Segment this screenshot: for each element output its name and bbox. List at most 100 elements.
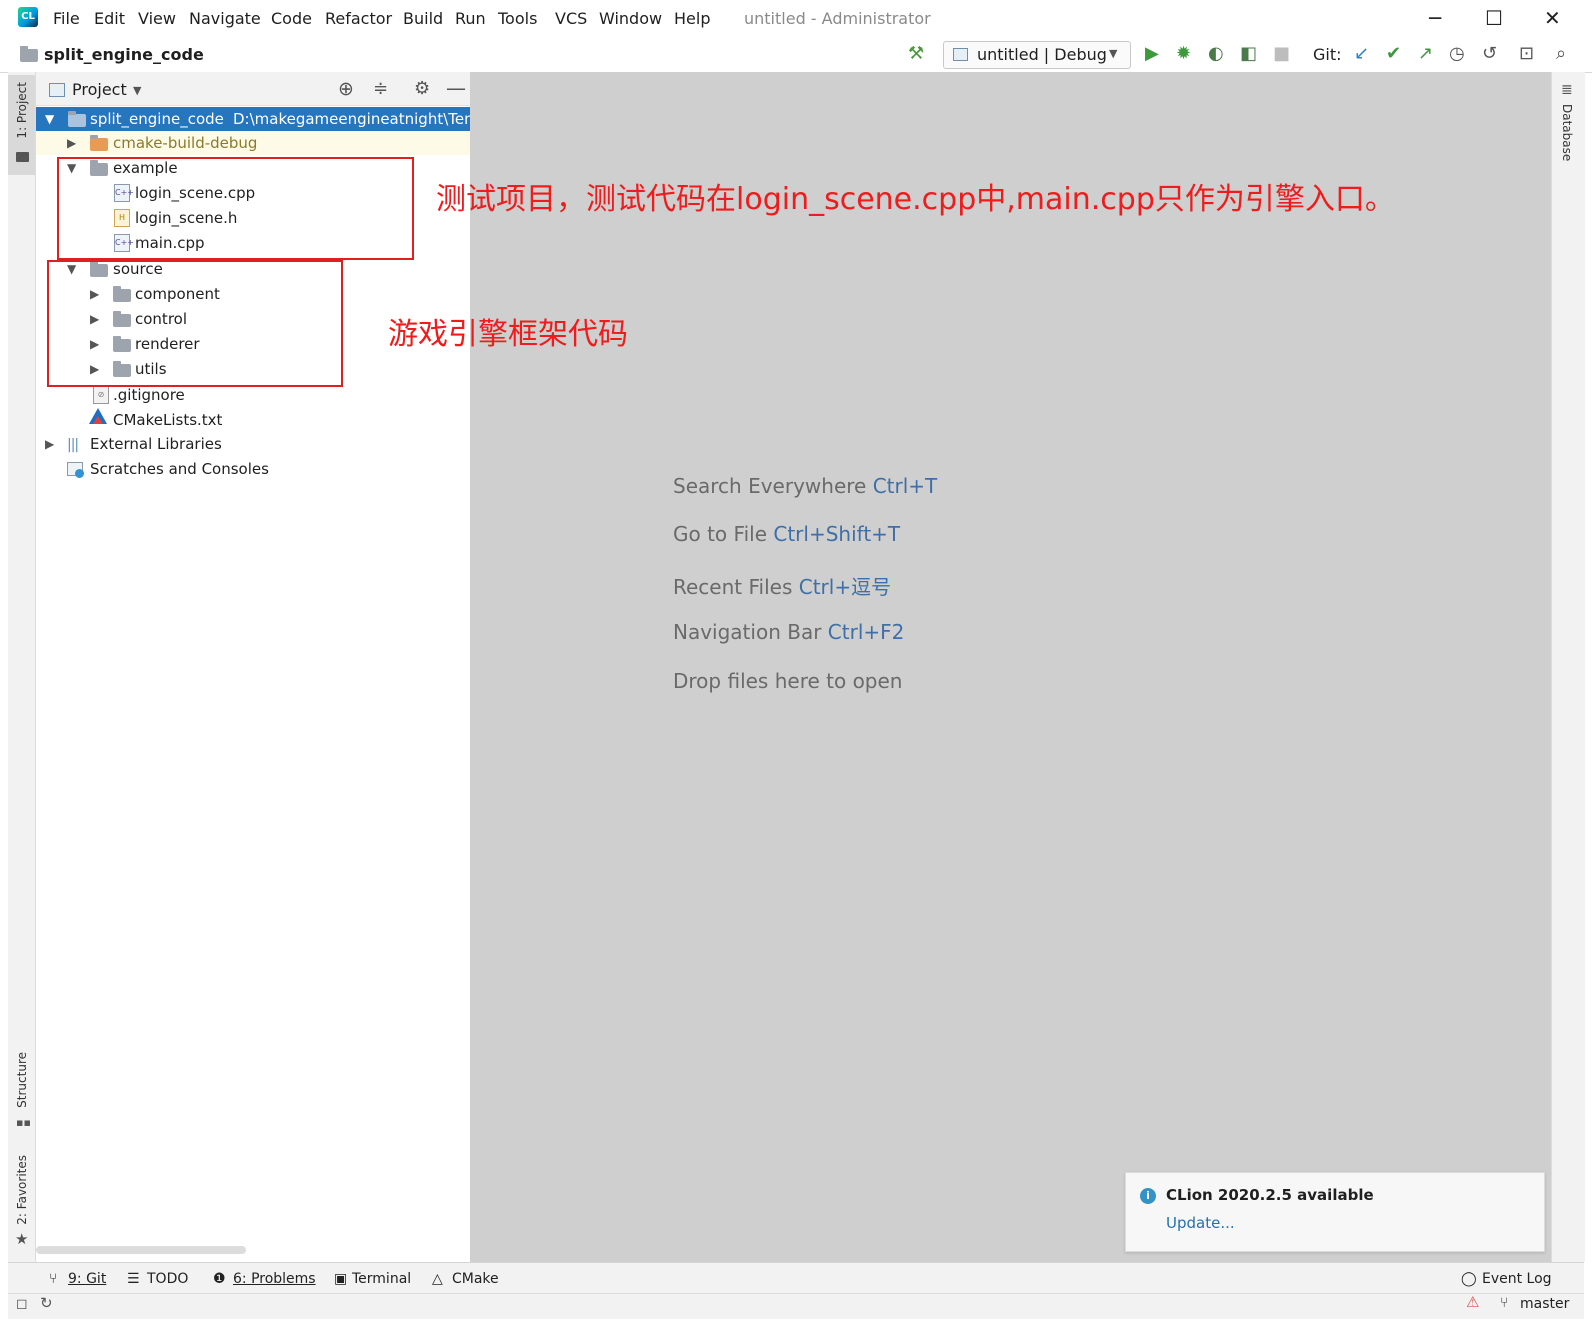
chevron-down-icon[interactable]: ▼	[45, 112, 54, 126]
minimize-button[interactable]: ─	[1429, 6, 1441, 30]
refresh-icon[interactable]: ↻	[40, 1294, 53, 1312]
menu-edit[interactable]: Edit	[94, 9, 125, 28]
project-view-selector[interactable]: Project	[72, 80, 127, 99]
tree-item-external-libraries[interactable]: External Libraries	[90, 432, 222, 456]
database-tab[interactable]: Database	[1560, 104, 1574, 161]
menu-tools[interactable]: Tools	[498, 9, 537, 28]
folder-icon	[16, 152, 29, 162]
clion-logo[interactable]: CL	[18, 7, 38, 27]
menu-help[interactable]: Help	[674, 9, 710, 28]
info-icon: i	[1140, 1188, 1156, 1204]
menu-view[interactable]: View	[138, 9, 176, 28]
hint-shortcut: Ctrl+逗号	[798, 575, 892, 599]
search-icon[interactable]: ⌕	[1556, 44, 1566, 64]
hint-navigation-bar: Navigation Bar Ctrl+F2	[673, 620, 904, 644]
update-link[interactable]: Update...	[1166, 1214, 1235, 1232]
folder-icon	[20, 46, 38, 62]
git-push-icon[interactable]: ↗	[1418, 44, 1433, 64]
git-branch-widget[interactable]: master	[1520, 1296, 1569, 1312]
tree-item-cmakelists[interactable]: CMakeLists.txt	[113, 408, 222, 432]
project-tab-label: 1: Project	[15, 82, 29, 139]
git-update-icon[interactable]: ↙	[1354, 44, 1369, 64]
tree-item-scratches[interactable]: Scratches and Consoles	[90, 457, 269, 481]
branch-icon: ⑂	[1500, 1295, 1509, 1311]
example-annotation: 测试项目，测试代码在login_scene.cpp中,main.cpp只作为引擎…	[436, 182, 1395, 217]
notification-title: CLion 2020.2.5 available	[1166, 1186, 1374, 1204]
star-icon: ★	[15, 1230, 29, 1248]
status-bar	[8, 1293, 1584, 1319]
chevron-right-icon[interactable]: ▶	[67, 136, 76, 150]
right-tool-stripe	[1551, 72, 1585, 1262]
debug-icon[interactable]: ✹	[1176, 44, 1191, 64]
tool-tab-terminal[interactable]: Terminal	[352, 1271, 411, 1287]
hint-label: Search Everywhere	[673, 474, 867, 498]
run-config-select[interactable]: untitled | Debug ▼	[943, 41, 1131, 69]
run-icon[interactable]: ▶	[1145, 44, 1159, 64]
rollback-icon[interactable]: ↺	[1482, 44, 1497, 64]
stop-icon[interactable]: ■	[1273, 44, 1290, 64]
hint-shortcut: Ctrl+F2	[827, 620, 905, 644]
editor-empty-area[interactable]	[470, 72, 1551, 1262]
coverage-icon[interactable]: ◐	[1208, 44, 1224, 64]
clock-badge-icon	[75, 469, 84, 478]
run-config-icon	[953, 48, 968, 61]
chevron-down-icon: ▼	[1109, 47, 1118, 60]
tool-tab-problems[interactable]: 6: Problems	[233, 1271, 316, 1287]
cmake-icon-accent	[93, 416, 103, 424]
git-commit-icon[interactable]: ✔	[1386, 44, 1401, 64]
chevron-right-icon[interactable]: ▶	[45, 437, 54, 451]
tool-tab-cmake[interactable]: CMake	[452, 1271, 499, 1287]
structure-tab[interactable]: Structure	[15, 1052, 29, 1108]
chevron-down-icon[interactable]: ▼	[133, 84, 141, 97]
hide-icon[interactable]: —	[446, 76, 466, 100]
update-notification	[1125, 1172, 1545, 1252]
close-button[interactable]: ✕	[1544, 6, 1561, 30]
library-icon: |||	[67, 437, 79, 453]
hint-recent-files: Recent Files Ctrl+逗号	[673, 571, 891, 600]
horizontal-scrollbar[interactable]	[36, 1246, 246, 1254]
menu-window[interactable]: Window	[599, 9, 662, 28]
tool-tab-todo[interactable]: TODO	[147, 1271, 188, 1287]
root-name: split_engine_code	[90, 110, 224, 128]
folder-icon	[68, 111, 86, 127]
history-icon[interactable]: ◷	[1449, 44, 1465, 64]
build-hammer-icon[interactable]: ⚒	[908, 44, 924, 64]
tool-windows-icon[interactable]: ◻	[16, 1296, 28, 1312]
maximize-button[interactable]: ☐	[1485, 6, 1503, 30]
source-highlight-box	[47, 260, 343, 387]
collapse-all-icon[interactable]: ≑	[373, 78, 388, 99]
menu-build[interactable]: Build	[403, 9, 443, 28]
hint-drop-files: Drop files here to open	[673, 669, 902, 693]
database-icon: ≣	[1561, 82, 1573, 98]
cmake-tab-icon: △	[432, 1271, 443, 1287]
menu-navigate[interactable]: Navigate	[189, 9, 261, 28]
tree-item-cmake-build-debug[interactable]: cmake-build-debug	[113, 131, 257, 155]
hint-label: Navigation Bar	[673, 620, 822, 644]
menu-file[interactable]: File	[53, 9, 80, 28]
tool-tab-git[interactable]: 9: Git	[68, 1271, 106, 1287]
git-branch-icon: ⑂	[49, 1271, 58, 1287]
locate-icon[interactable]: ⊕	[338, 78, 354, 100]
hint-label: Recent Files	[673, 575, 793, 599]
menu-vcs[interactable]: VCS	[555, 9, 587, 28]
favorites-tab[interactable]: 2: Favorites	[15, 1155, 29, 1225]
project-view-icon	[49, 83, 65, 97]
menu-refactor[interactable]: Refactor	[325, 9, 392, 28]
window-title: untitled - Administrator	[744, 9, 931, 28]
root-path: D:\makegameengineatnight\Ten	[233, 110, 470, 128]
example-highlight-box	[57, 157, 414, 260]
hint-label: Go to File	[673, 522, 767, 546]
breadcrumb[interactable]: split_engine_code	[44, 45, 204, 64]
presentation-icon[interactable]: ⊡	[1519, 44, 1534, 64]
terminal-icon: ▣	[334, 1271, 348, 1287]
tool-tab-event-log[interactable]: Event Log	[1482, 1271, 1552, 1287]
structure-icon: ▪▪	[16, 1116, 31, 1129]
menu-code[interactable]: Code	[271, 9, 312, 28]
error-badge-icon[interactable]: ⚠	[1466, 1293, 1479, 1311]
folder-icon	[90, 135, 108, 151]
run-config-label: untitled | Debug	[977, 45, 1107, 64]
event-log-icon: ◯	[1461, 1271, 1477, 1287]
profile-icon[interactable]: ◧	[1240, 44, 1257, 64]
gear-icon[interactable]: ⚙	[414, 78, 430, 99]
menu-run[interactable]: Run	[455, 9, 486, 28]
